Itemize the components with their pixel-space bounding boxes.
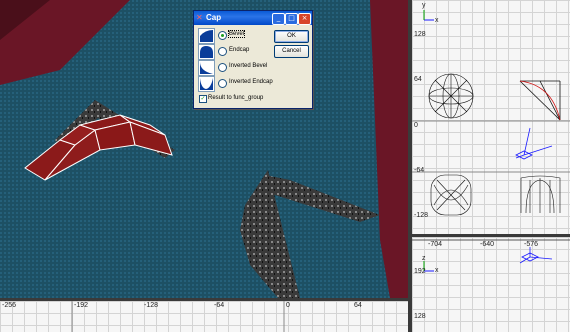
y-tick-128-bottom: 128 — [414, 313, 426, 320]
option-endcap[interactable]: Endcap — [198, 44, 278, 60]
side-tick-64-pos: 64 — [354, 302, 362, 309]
front-view-viewport[interactable]: -704 -640 -576 192 128 x z — [412, 237, 570, 332]
result-to-func-group-label: Result to func_group — [208, 95, 264, 101]
endcap-preview-icon — [198, 44, 215, 60]
x-tick-704: -704 — [428, 241, 443, 248]
bevel-curve-top — [519, 80, 561, 121]
cancel-button[interactable]: Cancel — [274, 45, 309, 58]
close-button[interactable]: × — [298, 13, 311, 25]
top-view-viewport[interactable]: x y 128 64 0 -64 -128 — [412, 0, 570, 234]
inverted-bevel-preview-icon — [198, 60, 215, 76]
front-gizmo — [519, 247, 553, 264]
cylinder-wireframe — [430, 174, 472, 216]
y-tick-0: 0 — [414, 122, 418, 129]
maximize-button[interactable]: □ — [285, 13, 298, 25]
arch-wireframe — [520, 175, 561, 214]
y-tick-128: 128 — [414, 31, 426, 38]
option-bevel[interactable]: Bevel — [198, 28, 278, 44]
inverted-endcap-radio[interactable] — [218, 79, 227, 88]
endcap-label: Endcap — [229, 47, 250, 53]
option-inverted-bevel[interactable]: Inverted Bevel — [198, 60, 278, 76]
y-tick-minus-128: -128 — [414, 212, 429, 219]
front-view-drawing — [412, 239, 570, 272]
side-view-drawing — [71, 301, 285, 332]
top-view-drawing — [412, 10, 570, 216]
inverted-bevel-radio[interactable] — [218, 63, 227, 72]
side-tick-64: -64 — [214, 302, 225, 309]
side-tick-256: -256 — [2, 302, 17, 309]
endcap-radio[interactable] — [218, 47, 227, 56]
cap-dialog: ✕ Cap _ □ × Bevel Endcap Inverted Bevel … — [193, 10, 313, 109]
app-icon: ✕ — [196, 13, 203, 22]
option-inverted-endcap[interactable]: Inverted Endcap — [198, 76, 278, 92]
result-to-func-group-checkbox[interactable]: ✓ — [199, 95, 207, 103]
minimize-button[interactable]: _ — [272, 13, 285, 25]
axis-x-label: x — [435, 17, 439, 24]
bevel-preview-icon — [198, 28, 215, 44]
dialog-titlebar[interactable]: ✕ Cap _ □ × — [194, 11, 312, 25]
front-axis-z-label: z — [422, 255, 426, 262]
side-tick-192: -192 — [74, 302, 89, 309]
x-tick-576: -576 — [524, 241, 539, 248]
side-tick-0: 0 — [286, 302, 290, 309]
inverted-endcap-preview-icon — [198, 76, 215, 92]
bevel-radio[interactable] — [218, 31, 227, 40]
entity-gizmo — [515, 127, 553, 160]
x-tick-640: -640 — [480, 241, 495, 248]
front-axis-x-label: x — [435, 267, 439, 274]
y-tick-192: 192 — [414, 268, 426, 275]
bevel-label: Bevel — [227, 30, 246, 38]
side-tick-128: -128 — [144, 302, 159, 309]
inverted-endcap-label: Inverted Endcap — [229, 79, 273, 85]
ok-button[interactable]: OK — [274, 30, 309, 43]
y-tick-64: 64 — [414, 76, 422, 83]
y-tick-minus-64: -64 — [414, 167, 425, 174]
inverted-bevel-label: Inverted Bevel — [229, 63, 268, 69]
dialog-title: Cap — [206, 13, 222, 22]
sphere-wireframe — [428, 73, 474, 119]
axis-y-label: y — [422, 2, 426, 9]
side-view-viewport[interactable]: -256 -192 -128 -64 0 64 — [0, 301, 408, 332]
